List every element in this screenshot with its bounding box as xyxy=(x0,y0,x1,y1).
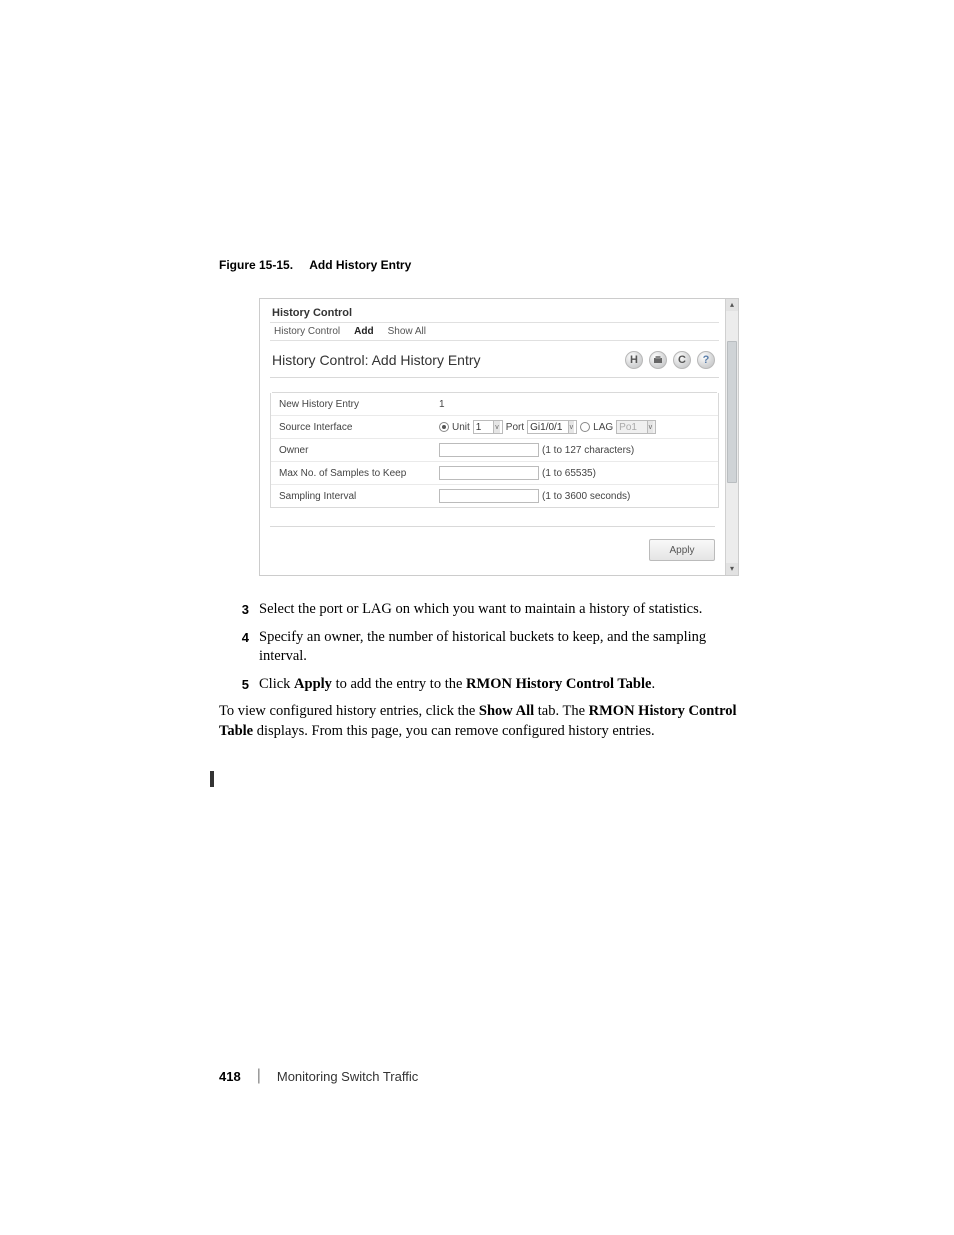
max-samples-input[interactable] xyxy=(439,466,539,480)
tab-history-control[interactable]: History Control xyxy=(270,323,350,340)
unit-select[interactable]: 1v xyxy=(473,420,503,434)
footer-section-title: Monitoring Switch Traffic xyxy=(277,1069,418,1084)
step-number: 3 xyxy=(219,600,249,620)
refresh-icon[interactable]: C xyxy=(673,351,691,369)
step-number: 5 xyxy=(219,675,249,695)
radio-unit[interactable] xyxy=(439,422,449,432)
port-select[interactable]: Gi1/0/1v xyxy=(527,420,577,434)
instruction-body: 3 Select the port or LAG on which you wa… xyxy=(219,600,741,741)
footer-divider: | xyxy=(257,1067,261,1085)
scroll-down-arrow[interactable]: ▾ xyxy=(726,563,738,575)
apply-button[interactable]: Apply xyxy=(649,539,715,561)
label-new-history-entry: New History Entry xyxy=(277,399,439,410)
form-table: New History Entry 1 Source Interface Uni… xyxy=(270,393,719,508)
section-title: History Control: Add History Entry xyxy=(272,352,481,368)
step-4: 4 Specify an owner, the number of histor… xyxy=(219,628,741,667)
max-samples-hint: (1 to 65535) xyxy=(542,468,596,479)
sampling-interval-hint: (1 to 3600 seconds) xyxy=(542,491,630,502)
figure-number: Figure 15-15. xyxy=(219,258,293,272)
figure-caption: Figure 15-15. Add History Entry xyxy=(219,258,741,272)
lag-label: LAG xyxy=(593,422,613,433)
owner-input[interactable] xyxy=(439,443,539,457)
step-3: 3 Select the port or LAG on which you wa… xyxy=(219,600,741,620)
label-max-samples: Max No. of Samples to Keep xyxy=(277,468,439,479)
closing-paragraph: To view configured history entries, clic… xyxy=(219,702,741,741)
scroll-thumb[interactable] xyxy=(727,341,737,483)
page-footer: 418 | Monitoring Switch Traffic xyxy=(219,1067,741,1085)
radio-lag[interactable] xyxy=(580,422,590,432)
port-label: Port xyxy=(506,422,524,433)
app-window: ▴ ▾ History Control History Control Add … xyxy=(259,298,739,576)
row-source-interface: Source Interface Unit 1v Port Gi1/0/1v xyxy=(271,416,718,439)
label-owner: Owner xyxy=(277,445,439,456)
page-number: 418 xyxy=(219,1069,241,1084)
step-number: 4 xyxy=(219,628,249,667)
screenshot-container: ▴ ▾ History Control History Control Add … xyxy=(259,298,739,576)
owner-hint: (1 to 127 characters) xyxy=(542,445,634,456)
row-max-samples: Max No. of Samples to Keep (1 to 65535) xyxy=(271,462,718,485)
toolbar-icons: H C ? xyxy=(625,351,715,369)
row-new-history-entry: New History Entry 1 xyxy=(271,393,718,416)
row-owner: Owner (1 to 127 characters) xyxy=(271,439,718,462)
sampling-interval-input[interactable] xyxy=(439,489,539,503)
step-text: Click Apply to add the entry to the RMON… xyxy=(259,675,741,695)
step-text: Select the port or LAG on which you want… xyxy=(259,600,741,620)
row-sampling-interval: Sampling Interval (1 to 3600 seconds) xyxy=(271,485,718,507)
figure-title: Add History Entry xyxy=(309,258,411,272)
tab-show-all[interactable]: Show All xyxy=(384,323,436,340)
tab-add[interactable]: Add xyxy=(350,323,383,340)
label-sampling-interval: Sampling Interval xyxy=(277,491,439,502)
value-new-history-entry: 1 xyxy=(439,399,712,410)
panel-title: History Control xyxy=(270,305,719,322)
label-source-interface: Source Interface xyxy=(277,422,439,433)
step-text: Specify an owner, the number of historic… xyxy=(259,628,741,667)
page-edge-mark xyxy=(210,771,214,787)
save-icon[interactable]: H xyxy=(625,351,643,369)
tab-bar: History Control Add Show All xyxy=(270,322,719,341)
unit-label: Unit xyxy=(452,422,470,433)
lag-select: Po1v xyxy=(616,420,656,434)
help-icon[interactable]: ? xyxy=(697,351,715,369)
print-icon[interactable] xyxy=(649,351,667,369)
scroll-up-arrow[interactable]: ▴ xyxy=(726,299,738,311)
step-5: 5 Click Apply to add the entry to the RM… xyxy=(219,675,741,695)
scrollbar[interactable]: ▴ ▾ xyxy=(725,299,738,575)
